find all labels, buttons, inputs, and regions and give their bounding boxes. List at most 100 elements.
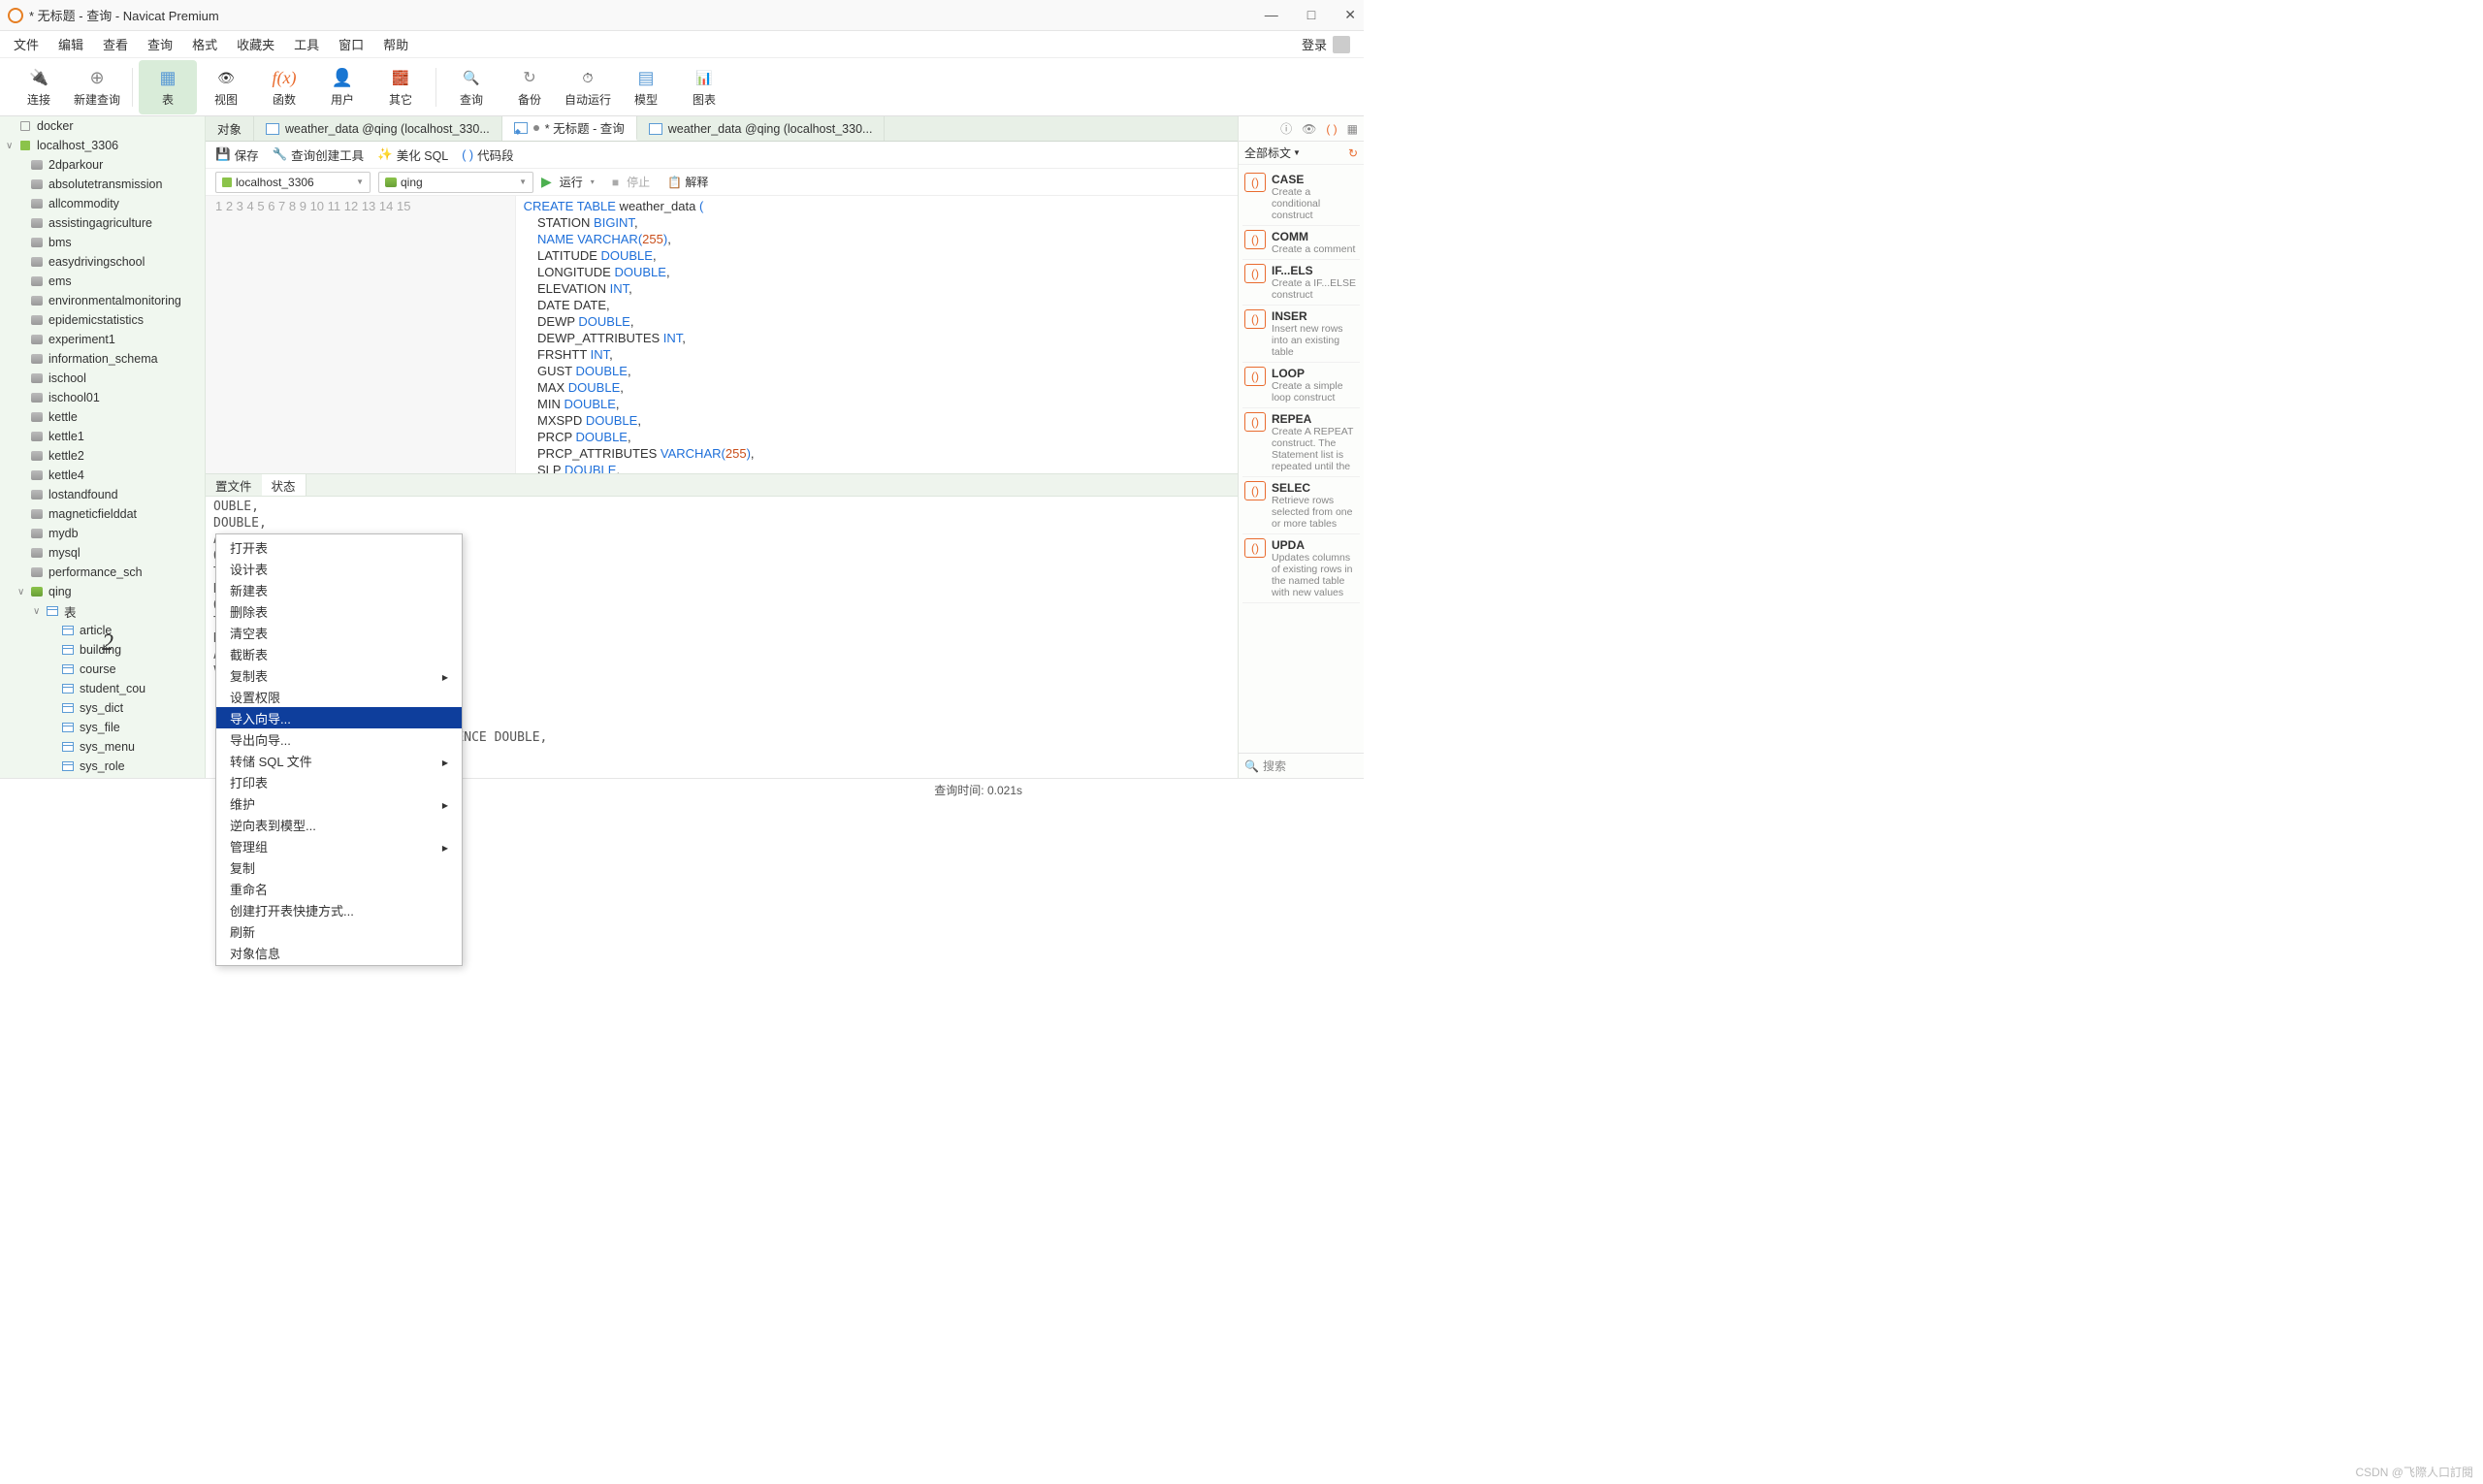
login-link[interactable]: 登录 [1302, 35, 1327, 53]
toolbar-表[interactable]: 表 [139, 60, 197, 114]
filter-label[interactable]: 全部标文 [1244, 145, 1291, 161]
tree-sys_menu[interactable]: sys_menu [0, 737, 205, 757]
ctx-截断表[interactable]: 截断表 [216, 643, 462, 664]
info-icon[interactable]: ⓘ [1280, 120, 1292, 137]
tree-absolutetransmission[interactable]: absolutetransmission [0, 175, 205, 194]
tab-weather_data @qing (localhost_330...[interactable]: weather_data @qing (localhost_330... [254, 116, 502, 141]
tree-表[interactable]: ∨表 [0, 601, 205, 621]
ctx-打开表[interactable]: 打开表 [216, 536, 462, 558]
tab-对象[interactable]: 对象 [206, 116, 254, 141]
toolbar-新建查询[interactable]: 新建查询 [68, 60, 126, 114]
ctx-清空表[interactable]: 清空表 [216, 622, 462, 643]
snippet-REPEA[interactable]: ()REPEACreate A REPEAT construct. The St… [1242, 408, 1360, 477]
tree-lostandfound[interactable]: lostandfound [0, 485, 205, 504]
menu-query[interactable]: 查询 [147, 35, 173, 53]
menu-tools[interactable]: 工具 [294, 35, 319, 53]
tree-performance_sch[interactable]: performance_sch [0, 563, 205, 582]
tree-ems[interactable]: ems [0, 272, 205, 291]
tab-weather_data @qing (localhost_330...[interactable]: weather_data @qing (localhost_330... [637, 116, 886, 141]
tree-bms[interactable]: bms [0, 233, 205, 252]
menu-favorites[interactable]: 收藏夹 [237, 35, 274, 53]
tree-2dparkour[interactable]: 2dparkour [0, 155, 205, 175]
save-button[interactable]: 💾 保存 [215, 145, 259, 164]
ctx-导入向导...[interactable]: 导入向导... [216, 707, 462, 728]
ctx-创建打开表快捷方式...[interactable]: 创建打开表快捷方式... [216, 899, 462, 920]
tree-sys_role_me[interactable]: sys_role_me [0, 776, 205, 778]
tree-kettle4[interactable]: kettle4 [0, 466, 205, 485]
stop-button[interactable]: ■ [612, 176, 619, 189]
refresh-icon[interactable]: ↻ [1348, 146, 1358, 160]
close-button[interactable]: ✕ [1344, 7, 1356, 23]
ctx-逆向表到模型...[interactable]: 逆向表到模型... [216, 814, 462, 835]
ctx-对象信息[interactable]: 对象信息 [216, 942, 462, 963]
menu-format[interactable]: 格式 [192, 35, 217, 53]
tree-mysql[interactable]: mysql [0, 543, 205, 563]
tree-sys_dict[interactable]: sys_dict [0, 698, 205, 718]
snippet-COMM[interactable]: ()COMMCreate a comment [1242, 226, 1360, 260]
snippet-INSER[interactable]: ()INSERInsert new rows into an existing … [1242, 306, 1360, 363]
result-tab-profile[interactable]: 置文件 [206, 474, 262, 496]
ctx-重命名[interactable]: 重命名 [216, 878, 462, 899]
toolbar-自动运行[interactable]: 自动运行 [559, 60, 617, 114]
sql-editor[interactable]: 1 2 3 4 5 6 7 8 9 10 11 12 13 14 15 CREA… [206, 196, 1238, 473]
brackets-icon[interactable]: ( ) [1326, 122, 1337, 136]
tree-ischool[interactable]: ischool [0, 369, 205, 388]
ctx-复制表[interactable]: 复制表 [216, 664, 462, 686]
menu-file[interactable]: 文件 [14, 35, 39, 53]
tree-information_schema[interactable]: information_schema [0, 349, 205, 369]
toolbar-用户[interactable]: 用户 [313, 60, 371, 114]
tree-allcommodity[interactable]: allcommodity [0, 194, 205, 213]
tree-docker[interactable]: docker [0, 116, 205, 136]
tree-kettle2[interactable]: kettle2 [0, 446, 205, 466]
tree-sys_role[interactable]: sys_role [0, 757, 205, 776]
menu-edit[interactable]: 编辑 [58, 35, 83, 53]
eye-icon[interactable]: 👁 [1302, 122, 1316, 136]
sidebar[interactable]: 2 1 docker∨localhost_33062dparkourabsolu… [0, 116, 206, 778]
run-label[interactable]: 运行 [560, 174, 583, 190]
avatar-icon[interactable] [1333, 36, 1350, 53]
toolbar-查询[interactable]: 查询 [442, 60, 500, 114]
toolbar-视图[interactable]: 视图 [197, 60, 255, 114]
ctx-设置权限[interactable]: 设置权限 [216, 686, 462, 707]
menu-help[interactable]: 帮助 [383, 35, 408, 53]
toolbar-连接[interactable]: 连接 [10, 60, 68, 114]
ctx-设计表[interactable]: 设计表 [216, 558, 462, 579]
beautify-sql-button[interactable]: ✨ 美化 SQL [377, 145, 448, 164]
minimize-button[interactable]: — [1265, 7, 1278, 23]
tree-qing[interactable]: ∨qing [0, 582, 205, 601]
maximize-button[interactable]: □ [1307, 7, 1315, 23]
toolbar-函数[interactable]: f(x)函数 [255, 60, 313, 114]
snippet-UPDA[interactable]: ()UPDAUpdates columns of existing rows i… [1242, 534, 1360, 603]
ctx-打印表[interactable]: 打印表 [216, 771, 462, 792]
snippet-IF...ELS[interactable]: ()IF...ELSCreate a IF...ELSE construct [1242, 260, 1360, 306]
ctx-管理组[interactable]: 管理组 [216, 835, 462, 856]
ctx-维护[interactable]: 维护 [216, 792, 462, 814]
tree-environmentalmonitoring[interactable]: environmentalmonitoring [0, 291, 205, 310]
tree-kettle1[interactable]: kettle1 [0, 427, 205, 446]
toolbar-其它[interactable]: 其它 [371, 60, 430, 114]
database-combo[interactable]: qing▼ [378, 172, 533, 193]
connection-combo[interactable]: localhost_3306▼ [215, 172, 371, 193]
ctx-刷新[interactable]: 刷新 [216, 920, 462, 942]
code-snippet-button[interactable]: ( ) 代码段 [462, 145, 513, 164]
snippet-LOOP[interactable]: ()LOOPCreate a simple loop construct [1242, 363, 1360, 408]
ctx-复制[interactable]: 复制 [216, 856, 462, 878]
snippet-SELEC[interactable]: ()SELECRetrieve rows selected from one o… [1242, 477, 1360, 534]
tab-* 无标题 - 查询[interactable]: * 无标题 - 查询 [502, 116, 637, 141]
search-placeholder[interactable]: 搜索 [1263, 758, 1286, 774]
tree-sys_file[interactable]: sys_file [0, 718, 205, 737]
tree-kettle[interactable]: kettle [0, 407, 205, 427]
toolbar-图表[interactable]: 图表 [675, 60, 733, 114]
tree-localhost_3306[interactable]: ∨localhost_3306 [0, 136, 205, 155]
tree-course[interactable]: course [0, 660, 205, 679]
tree-student_cou[interactable]: student_cou [0, 679, 205, 698]
tree-easydrivingschool[interactable]: easydrivingschool [0, 252, 205, 272]
ctx-导出向导...[interactable]: 导出向导... [216, 728, 462, 750]
tree-magneticfielddat[interactable]: magneticfielddat [0, 504, 205, 524]
toolbar-备份[interactable]: 备份 [500, 60, 559, 114]
ctx-删除表[interactable]: 删除表 [216, 600, 462, 622]
menu-view[interactable]: 查看 [103, 35, 128, 53]
tree-epidemicstatistics[interactable]: epidemicstatistics [0, 310, 205, 330]
ctx-转储 SQL 文件[interactable]: 转储 SQL 文件 [216, 750, 462, 771]
snippet-CASE[interactable]: ()CASECreate a conditional construct [1242, 169, 1360, 226]
